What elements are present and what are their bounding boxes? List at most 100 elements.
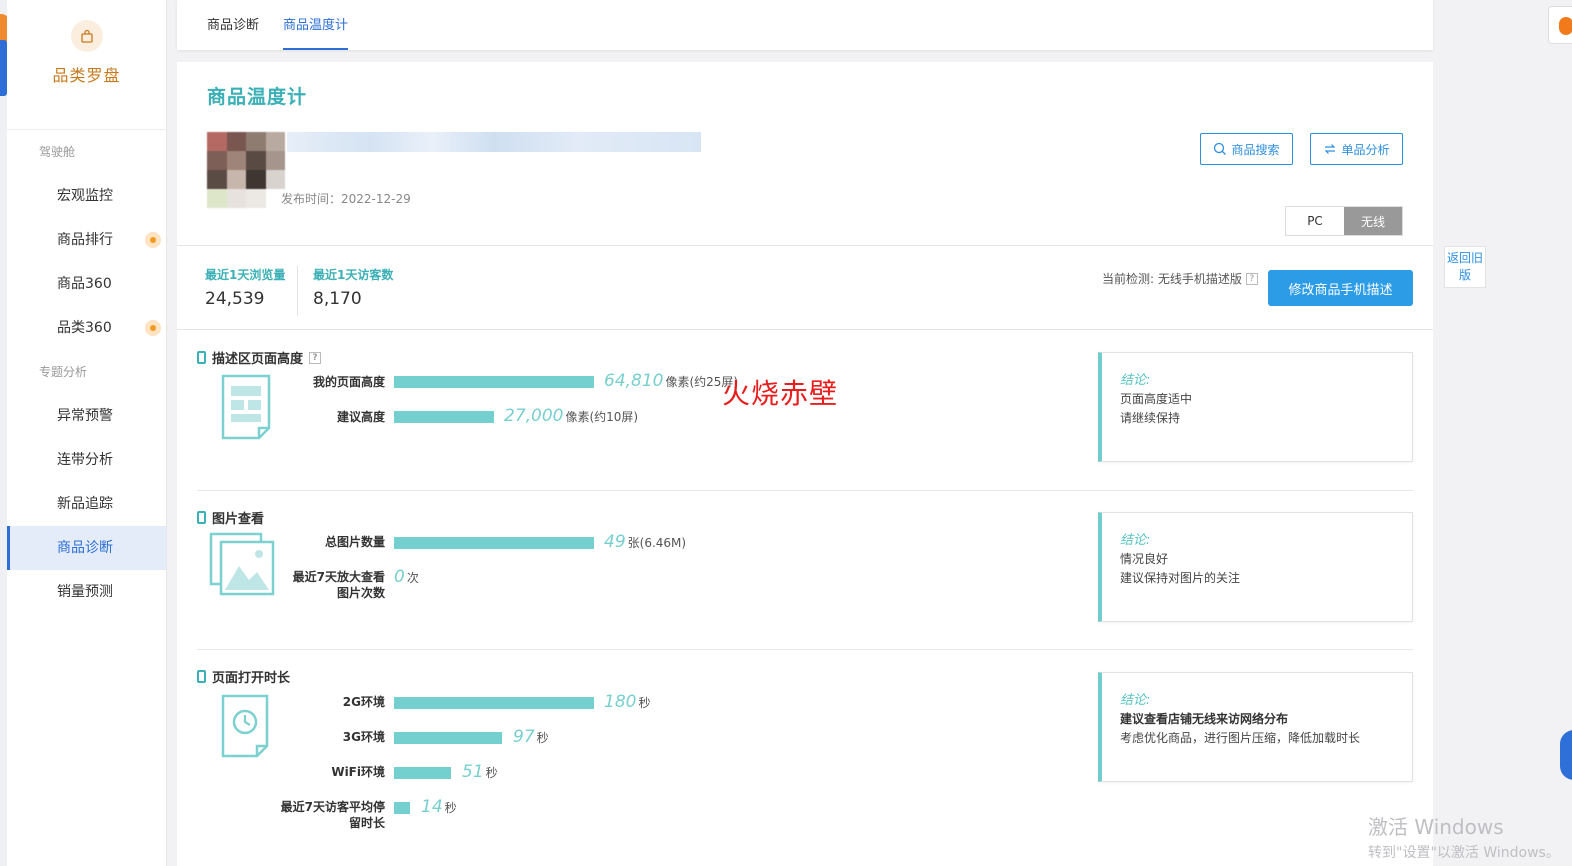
- divider: [177, 245, 1433, 246]
- metric-value: 0次: [394, 567, 419, 587]
- section-title-page-height: 描述区页面高度 ?: [197, 348, 322, 367]
- sidebar-item-category-360[interactable]: 品类360: [7, 306, 166, 350]
- sidebar-item-new-product-tracking[interactable]: 新品追踪: [7, 482, 166, 526]
- section-divider: [197, 490, 1413, 491]
- stat-value: 24,539: [205, 289, 265, 309]
- conclusion-line: 页面高度适中: [1120, 392, 1193, 406]
- toggle-pc[interactable]: PC: [1286, 207, 1344, 235]
- metric-value: 14 秒: [421, 797, 457, 817]
- stat-label: 最近1天访客数: [313, 268, 394, 282]
- sidebar-item-product-360[interactable]: 商品360: [7, 262, 166, 306]
- return-old-version-button[interactable]: 返回旧版: [1444, 246, 1486, 288]
- metric-bar: [394, 376, 594, 388]
- conclusion-box: 结论: 情况良好 建议保持对图片的关注: [1098, 512, 1413, 622]
- section-divider: [197, 649, 1413, 650]
- conclusion-line: 建议查看店铺无线来访网络分布: [1120, 712, 1289, 726]
- conclusion-label: 结论:: [1120, 533, 1151, 548]
- toggle-wireless[interactable]: 无线: [1344, 207, 1402, 235]
- metric-value: 64,810 像素(约25屏): [604, 371, 738, 391]
- tab-product-diagnosis[interactable]: 商品诊断: [207, 0, 259, 50]
- metric-value: 180 秒: [604, 692, 650, 712]
- bag-icon: [70, 20, 103, 52]
- stat-separator: [297, 266, 298, 316]
- metric-bar: [394, 732, 502, 744]
- edge-tab-handle[interactable]: [0, 40, 7, 96]
- conclusion-box: 结论: 建议查看店铺无线来访网络分布 考虑优化商品，进行图片压缩，降低加载时长: [1098, 672, 1413, 782]
- metric-label: 2G环境: [342, 695, 385, 709]
- metric-unit: 秒: [485, 766, 498, 780]
- sidebar-item-product-diagnosis[interactable]: 商品诊断: [7, 526, 166, 570]
- floating-help-button[interactable]: [1560, 730, 1572, 780]
- product-thumbnail[interactable]: [207, 132, 285, 208]
- sidebar-item-product-rank[interactable]: 商品排行: [7, 218, 166, 262]
- windows-activation-notice: 激活 Windows 转到"设置"以激活 Windows。: [1368, 811, 1560, 862]
- section-title-image-view: 图片查看: [197, 508, 264, 527]
- metric-label: WiFi环境: [331, 765, 385, 779]
- phone-icon: [197, 351, 206, 364]
- brand-title: 品类罗盘: [52, 66, 121, 85]
- activation-subtitle: 转到"设置"以激活 Windows。: [1368, 845, 1560, 861]
- floating-app-icon[interactable]: [1548, 6, 1572, 44]
- conclusion-label: 结论:: [1120, 693, 1151, 708]
- modify-mobile-description-button[interactable]: 修改商品手机描述: [1268, 270, 1413, 306]
- section-title-open-time: 页面打开时长: [197, 667, 290, 686]
- sidebar: 品类罗盘 驾驶舱 宏观监控 商品排行 商品360 品类360 专题分析 异常预警…: [7, 0, 167, 866]
- activation-title: 激活 Windows: [1368, 815, 1504, 839]
- metric-label: 最近7天放大查看图片次数: [225, 569, 385, 601]
- metric-value-number: 14: [421, 797, 443, 817]
- metric-value: 27,000 像素(约10屏): [504, 406, 638, 426]
- stat-value: 8,170: [313, 289, 362, 309]
- top-tabs-bar: 商品诊断 商品温度计: [177, 0, 1433, 50]
- metric-label: 3G环境: [342, 730, 385, 744]
- single-analysis-button[interactable]: 单品分析: [1310, 133, 1403, 165]
- detect-text: 当前检测: 无线手机描述版: [1102, 272, 1242, 286]
- conclusion-line: 请继续保持: [1120, 411, 1181, 425]
- metric-bar: [394, 411, 494, 423]
- section-title-text: 页面打开时长: [212, 671, 291, 686]
- page-title: 商品温度计: [207, 86, 308, 108]
- metric-unit: 次: [406, 571, 419, 585]
- help-icon[interactable]: ?: [1245, 272, 1258, 285]
- sidebar-brand: 品类罗盘: [7, 20, 166, 130]
- metric-unit: 秒: [638, 696, 651, 710]
- phone-icon: [197, 670, 206, 683]
- phone-icon: [197, 511, 206, 524]
- metric-unit: 秒: [536, 731, 549, 745]
- stat-page-views: 最近1天浏览量 24,539: [205, 266, 285, 309]
- conclusion-line: 考虑优化商品，进行图片压缩，降低加载时长: [1120, 731, 1361, 745]
- conclusion-label: 结论:: [1120, 373, 1151, 388]
- app-edge-strip: [0, 0, 7, 866]
- product-title-blurred[interactable]: [287, 132, 701, 152]
- conclusion-box: 结论: 页面高度适中 请继续保持: [1098, 352, 1413, 462]
- sidebar-item-label: 品类360: [57, 320, 112, 336]
- sidebar-item-sales-forecast[interactable]: 销量预测: [7, 570, 166, 614]
- nav-group-topic-analysis: 专题分析: [39, 365, 88, 379]
- help-icon[interactable]: ?: [309, 351, 322, 364]
- section-title-text: 图片查看: [212, 512, 265, 527]
- section-title-text: 描述区页面高度: [212, 352, 304, 367]
- metric-bar: [394, 767, 451, 779]
- metric-value-number: 0: [394, 567, 405, 587]
- search-icon: [1214, 142, 1227, 155]
- current-detection: 当前检测: 无线手机描述版 ?: [1102, 270, 1258, 287]
- product-search-label: 商品搜索: [1231, 142, 1280, 157]
- conclusion-line: 建议保持对图片的关注: [1120, 571, 1241, 585]
- sidebar-item-macro-monitor[interactable]: 宏观监控: [7, 174, 166, 218]
- metric-label-text: 最近7天放大查看图片次数: [292, 570, 385, 600]
- notification-dot-icon: [145, 232, 161, 248]
- metric-unit: 秒: [444, 801, 457, 815]
- stat-label: 最近1天浏览量: [205, 268, 286, 282]
- metric-value: 49 张(6.46M): [604, 532, 686, 552]
- stat-visitors: 最近1天访客数 8,170: [313, 266, 393, 309]
- metric-value-number: 64,810: [604, 371, 664, 391]
- sidebar-item-label: 商品排行: [57, 232, 113, 248]
- publish-time: 发布时间：2022-12-29: [281, 192, 411, 206]
- sidebar-item-bundle-analysis[interactable]: 连带分析: [7, 438, 166, 482]
- product-search-button[interactable]: 商品搜索: [1200, 133, 1293, 165]
- metric-label: 我的页面高度: [312, 375, 385, 389]
- metric-unit: 张(6.46M): [627, 536, 687, 550]
- main-card: 商品温度计 发布时间：2022-12-29 商品搜索 单品分析 PC 无线 最近…: [177, 62, 1433, 866]
- sidebar-item-anomaly-alert[interactable]: 异常预警: [7, 394, 166, 438]
- metric-value: 97 秒: [513, 727, 549, 747]
- tab-product-thermometer[interactable]: 商品温度计: [283, 0, 349, 50]
